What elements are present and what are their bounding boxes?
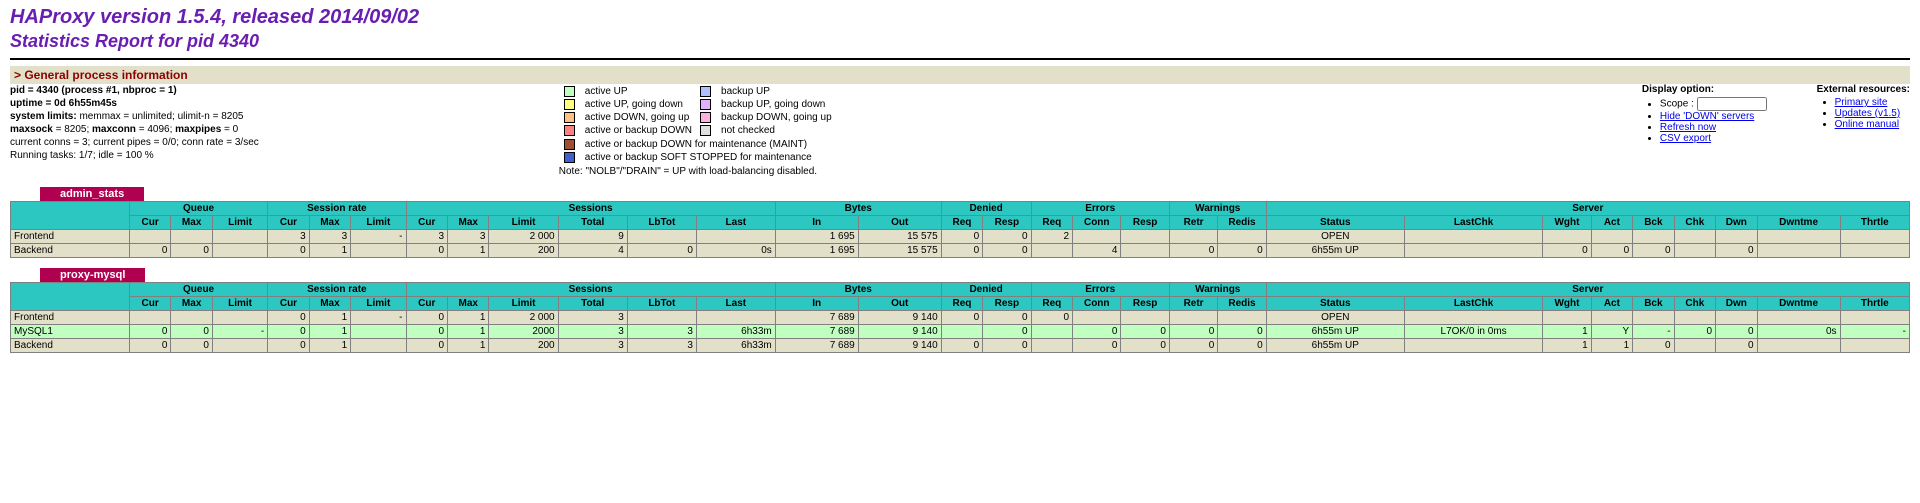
online-manual-link[interactable]: Online manual xyxy=(1835,119,1899,130)
divider xyxy=(10,58,1910,60)
proxy-name-tag: admin_stats xyxy=(40,187,144,201)
table-row: Backend000101200336h33m7 6899 1400000006… xyxy=(11,338,1910,352)
legend-swatch xyxy=(564,139,575,150)
display-option-panel: Display option: Scope : Hide 'DOWN' serv… xyxy=(1642,84,1767,144)
page-title: HAProxy version 1.5.4, released 2014/09/… xyxy=(10,6,1910,29)
legend-swatch xyxy=(700,99,711,110)
legend-swatch xyxy=(700,125,711,136)
table-row: MySQL100-01012000336h33m7 6899 140000006… xyxy=(11,324,1910,338)
legend-label: backup DOWN, going up xyxy=(718,112,835,123)
legend-swatch xyxy=(564,86,575,97)
legend-label: active or backup DOWN for maintenance (M… xyxy=(582,139,835,150)
legend-label: not checked xyxy=(718,125,835,136)
row-name: Backend xyxy=(11,243,130,257)
refresh-link[interactable]: Refresh now xyxy=(1660,122,1716,133)
table-row: Frontend01-012 00037 6899 140000OPEN xyxy=(11,310,1910,324)
table-row: Backend000101200400s1 69515 575004006h55… xyxy=(11,243,1910,257)
scope-label: Scope : xyxy=(1660,99,1694,110)
legend-swatch xyxy=(700,86,711,97)
proc-uptime: uptime = 0d 6h55m45s xyxy=(10,98,117,109)
external-resources-title: External resources: xyxy=(1817,84,1910,95)
stats-table: QueueSession rateSessionsBytesDeniedErro… xyxy=(10,282,1910,353)
proxy-name-tag: proxy-mysql xyxy=(40,268,145,282)
page-subtitle: Statistics Report for pid 4340 xyxy=(10,31,1910,52)
legend: active UP backup UP active UP, going down b… xyxy=(559,84,837,177)
row-name: Frontend xyxy=(11,310,130,324)
section-gpi-title: > General process information xyxy=(10,66,1910,84)
legend-swatch xyxy=(564,125,575,136)
external-resources-panel: External resources: Primary site Updates… xyxy=(1817,84,1910,144)
proc-tasks: Running tasks: 1/7; idle = 100 % xyxy=(10,149,259,162)
row-name: Frontend xyxy=(11,229,130,243)
legend-swatch xyxy=(700,112,711,123)
row-name: Backend xyxy=(11,338,130,352)
primary-site-link[interactable]: Primary site xyxy=(1835,97,1888,108)
legend-swatch xyxy=(564,112,575,123)
legend-label: active or backup DOWN xyxy=(582,125,695,136)
legend-swatch xyxy=(564,99,575,110)
proc-pid: pid = 4340 (process #1, nbproc = 1) xyxy=(10,85,177,96)
legend-swatch xyxy=(564,152,575,163)
legend-label: active DOWN, going up xyxy=(582,112,695,123)
legend-label: active or backup SOFT STOPPED for mainte… xyxy=(582,152,835,163)
legend-label: active UP, going down xyxy=(582,99,695,110)
updates-link[interactable]: Updates (v1.5) xyxy=(1835,108,1901,119)
legend-label: backup UP, going down xyxy=(718,99,835,110)
process-info: pid = 4340 (process #1, nbproc = 1) upti… xyxy=(10,84,259,162)
proc-conns: current conns = 3; current pipes = 0/0; … xyxy=(10,136,259,149)
scope-input[interactable] xyxy=(1697,97,1767,111)
legend-label: active UP xyxy=(582,86,695,97)
legend-note: Note: "NOLB"/"DRAIN" = UP with load-bala… xyxy=(559,166,837,177)
display-option-title: Display option: xyxy=(1642,84,1714,95)
stats-table: QueueSession rateSessionsBytesDeniedErro… xyxy=(10,201,1910,258)
row-name: MySQL1 xyxy=(11,324,130,338)
csv-export-link[interactable]: CSV export xyxy=(1660,133,1711,144)
hide-down-link[interactable]: Hide 'DOWN' servers xyxy=(1660,111,1754,122)
legend-label: backup UP xyxy=(718,86,835,97)
proc-maxsock: maxsock = 8205; maxconn = 4096; maxpipes… xyxy=(10,123,259,136)
table-row: Frontend33-332 00091 69515 575002OPEN xyxy=(11,229,1910,243)
proc-limits: system limits: memmax = unlimited; ulimi… xyxy=(10,110,259,123)
